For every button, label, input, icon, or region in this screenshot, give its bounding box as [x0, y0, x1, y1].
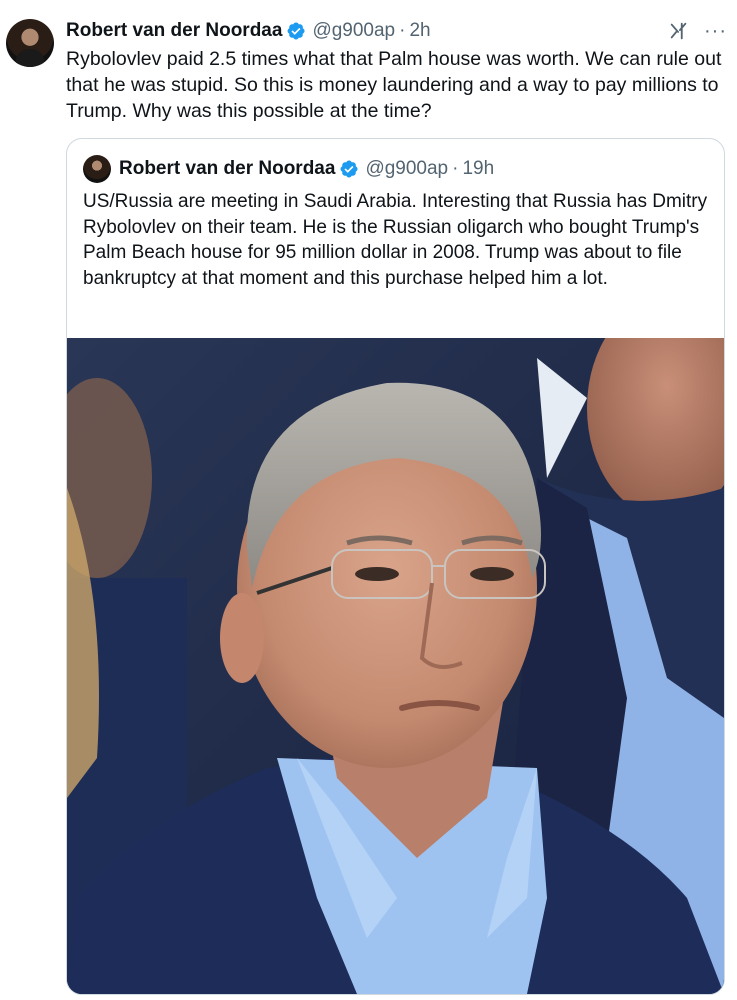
grok-icon[interactable]	[668, 20, 690, 42]
author-avatar[interactable]	[6, 19, 54, 67]
quoted-tweet-photo[interactable]	[67, 338, 724, 994]
quoted-tweet[interactable]: Robert van der Noordaa @g900ap · 19h US/…	[66, 138, 725, 995]
timestamp[interactable]: 2h	[409, 20, 430, 42]
author-name[interactable]: Robert van der Noordaa	[66, 20, 282, 42]
quoted-timestamp[interactable]: 19h	[462, 158, 494, 180]
tweet-text: Rybolovlev paid 2.5 times what that Palm…	[66, 48, 722, 122]
author-handle[interactable]: @g900ap	[312, 20, 395, 42]
separator: ·	[452, 158, 459, 179]
quoted-author-name[interactable]: Robert van der Noordaa	[119, 158, 335, 180]
quoted-tweet-header: Robert van der Noordaa @g900ap · 19h	[83, 155, 494, 183]
photo-illustration	[67, 338, 724, 994]
verified-badge-icon	[340, 160, 358, 178]
quoted-author-avatar[interactable]	[83, 155, 111, 183]
quoted-tweet-text: US/Russia are meeting in Saudi Arabia. I…	[83, 191, 708, 289]
separator: ·	[399, 20, 406, 41]
tweet-header: Robert van der Noordaa @g900ap · 2h ···	[66, 17, 727, 45]
more-icon[interactable]: ···	[704, 21, 727, 41]
header-actions: ···	[668, 20, 727, 42]
quoted-author-handle[interactable]: @g900ap	[365, 158, 448, 180]
verified-badge-icon	[287, 22, 305, 40]
